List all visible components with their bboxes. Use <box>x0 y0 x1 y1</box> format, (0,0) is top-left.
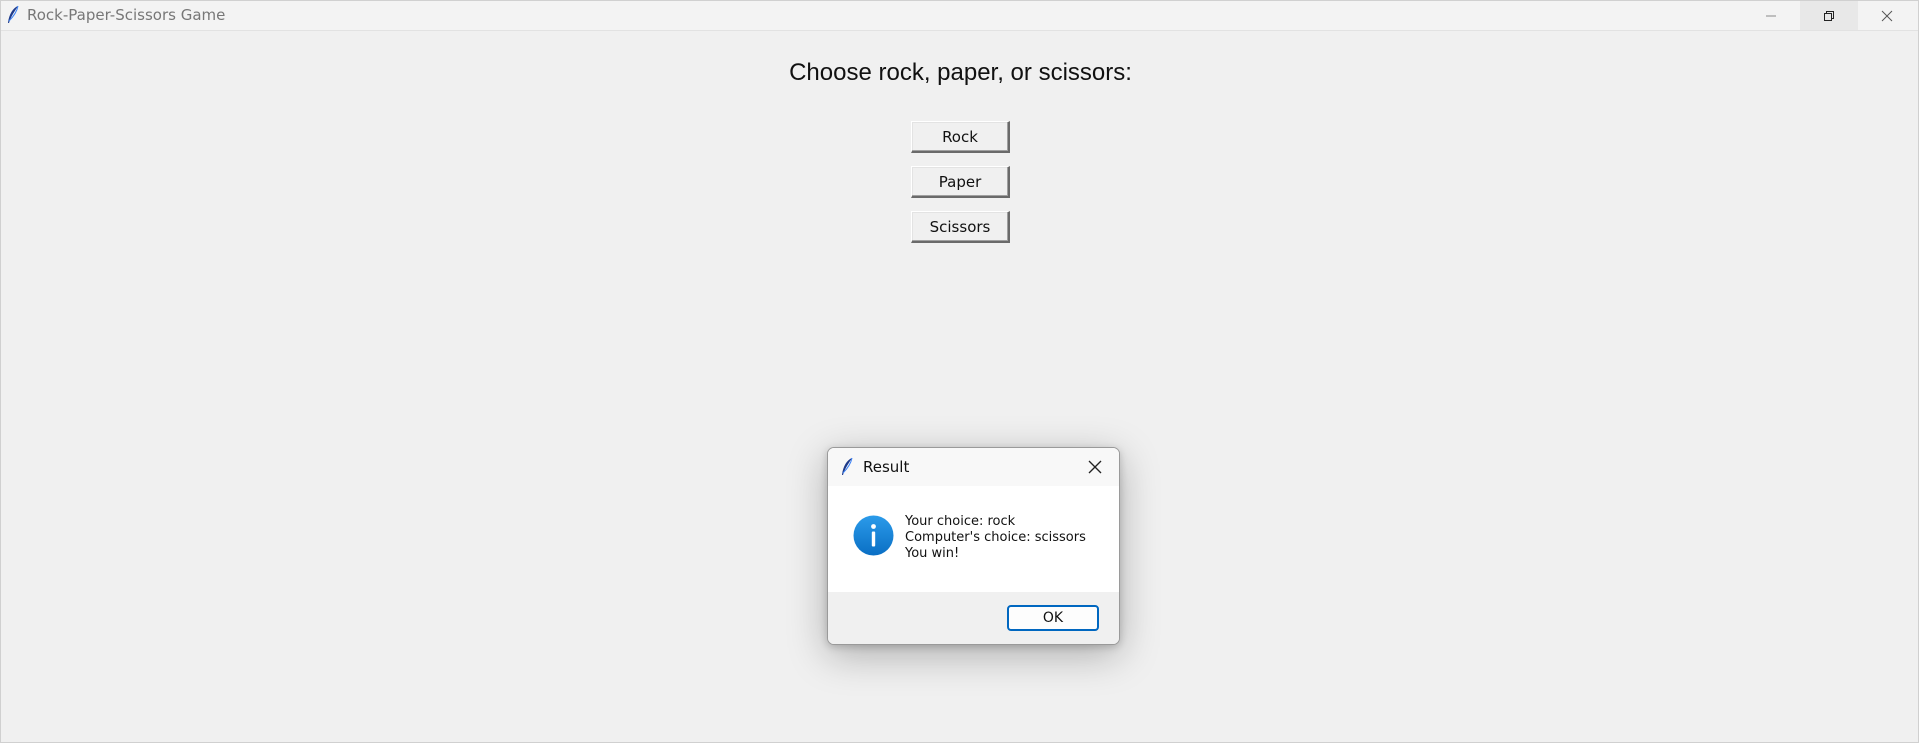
rock-button[interactable]: Rock <box>911 121 1010 153</box>
outcome-text: You win! <box>905 546 960 561</box>
prompt-label: Choose rock, paper, or scissors: <box>789 59 1132 86</box>
restore-button[interactable] <box>1800 1 1858 30</box>
dialog-body: Your choice: rock Computer's choice: sci… <box>828 486 1119 592</box>
dialog-footer: OK <box>828 592 1119 644</box>
feather-icon <box>8 5 19 23</box>
feather-icon <box>842 457 853 475</box>
your-choice-text: Your choice: rock <box>905 514 1016 529</box>
ok-button[interactable]: OK <box>1007 605 1099 631</box>
close-icon <box>1088 460 1102 474</box>
dialog-title: Result <box>863 458 910 476</box>
result-message: Your choice: rock Computer's choice: sci… <box>905 514 1086 562</box>
info-icon <box>853 515 894 556</box>
paper-button[interactable]: Paper <box>911 166 1010 198</box>
dialog-titlebar[interactable]: Result <box>828 448 1119 486</box>
minimize-icon <box>1766 15 1776 16</box>
restore-icon <box>1824 10 1834 21</box>
close-icon <box>1881 10 1893 21</box>
computer-choice-text: Computer's choice: scissors <box>905 530 1086 545</box>
close-button[interactable] <box>1858 1 1916 30</box>
window-titlebar[interactable]: Rock-Paper-Scissors Game <box>1 1 1918 31</box>
main-window: Rock-Paper-Scissors Game Choose rock, pa… <box>0 0 1919 743</box>
scissors-button[interactable]: Scissors <box>911 211 1010 243</box>
dialog-close-button[interactable] <box>1084 456 1106 478</box>
window-title: Rock-Paper-Scissors Game <box>27 6 226 24</box>
result-dialog: Result Your choice: rock Computer's choi… <box>827 447 1120 645</box>
minimize-button[interactable] <box>1742 1 1800 30</box>
